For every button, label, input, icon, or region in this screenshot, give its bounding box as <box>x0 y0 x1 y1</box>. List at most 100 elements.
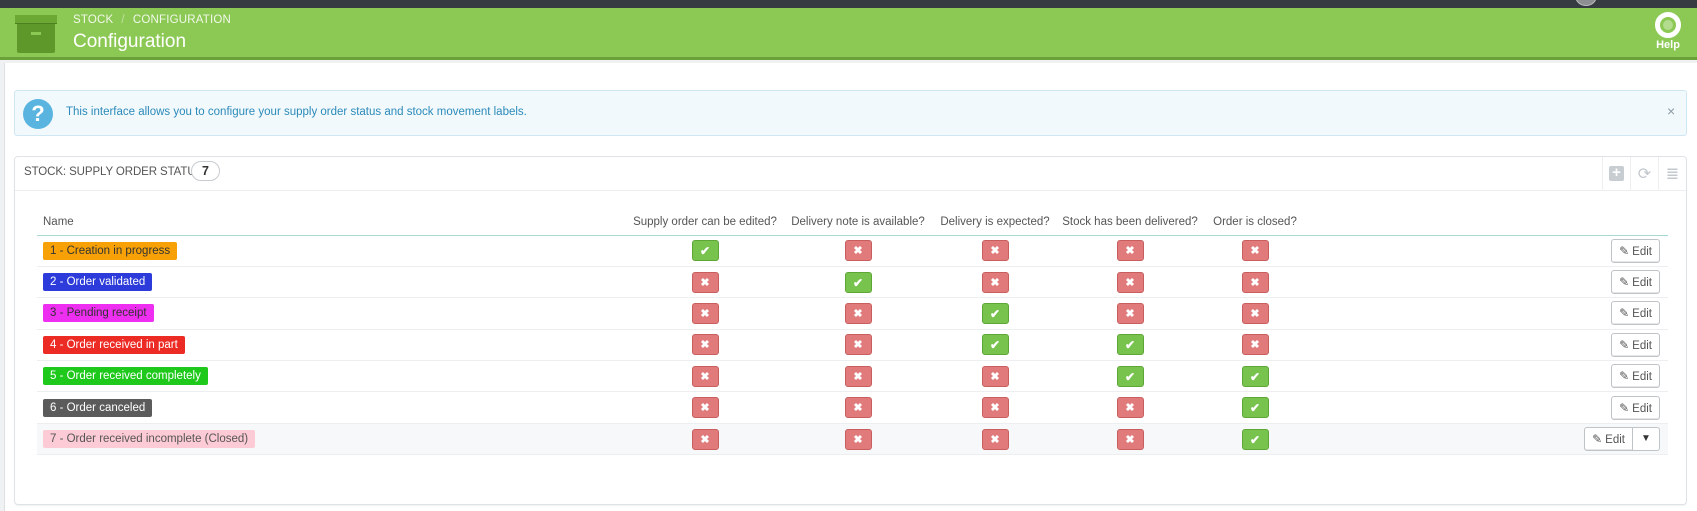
status-name-cell: 5 - Order received completely <box>37 360 627 393</box>
edit-button[interactable]: ✎ Edit <box>1611 332 1660 357</box>
column-header-delivery-note[interactable]: Delivery note is available? <box>783 209 933 236</box>
table-row[interactable]: 4 - Order received in part ✖ ✖ ✔ ✔ ✖ ✎ Edit <box>37 329 1668 362</box>
cross-icon[interactable]: ✖ <box>1116 271 1144 293</box>
flag-cell-delivery-expected: ✖ <box>933 423 1057 456</box>
check-icon[interactable]: ✔ <box>981 302 1009 324</box>
cross-icon[interactable]: ✖ <box>981 428 1009 450</box>
column-header-order-closed[interactable]: Order is closed? <box>1203 209 1307 236</box>
cross-icon[interactable]: ✖ <box>844 240 872 262</box>
flag-cell-delivery-expected: ✖ <box>933 360 1057 393</box>
check-icon[interactable]: ✔ <box>1241 428 1269 450</box>
edit-label: Edit <box>1605 434 1625 447</box>
column-header-delivery-expected[interactable]: Delivery is expected? <box>933 209 1057 236</box>
check-icon[interactable]: ✔ <box>1116 365 1144 387</box>
supply-order-status-panel: STOCK: SUPPLY ORDER STATUS 7 + ⟳ ≣ Name … <box>14 156 1687 505</box>
supply-order-status-table: Name Supply order can be edited? Deliver… <box>37 209 1668 456</box>
table-row[interactable]: 3 - Pending receipt ✖ ✖ ✔ ✖ ✖ ✎ Edit <box>37 297 1668 330</box>
cross-icon[interactable]: ✖ <box>691 271 719 293</box>
check-icon[interactable]: ✔ <box>1241 397 1269 419</box>
panel-toolbar: + ⟳ ≣ <box>1602 157 1686 190</box>
status-name-cell: 3 - Pending receipt <box>37 297 627 330</box>
edit-label: Edit <box>1632 402 1652 415</box>
check-icon[interactable]: ✔ <box>1116 334 1144 356</box>
status-name-cell: 4 - Order received in part <box>37 329 627 362</box>
page-title: Configuration <box>73 31 187 52</box>
edit-button[interactable]: ✎ Edit <box>1611 301 1660 326</box>
cross-icon[interactable]: ✖ <box>1241 240 1269 262</box>
caret-down-icon[interactable]: ▼ <box>1633 427 1660 452</box>
flag-cell-delivery-note: ✖ <box>783 297 933 330</box>
help-button[interactable]: Help <box>1650 12 1686 51</box>
pencil-icon: ✎ <box>1619 306 1630 321</box>
export-sql-button[interactable]: ≣ <box>1658 157 1686 190</box>
cross-icon[interactable]: ✖ <box>1241 302 1269 324</box>
cross-icon[interactable]: ✖ <box>844 302 872 324</box>
breadcrumb-separator: / <box>121 14 125 26</box>
cross-icon[interactable]: ✖ <box>981 271 1009 293</box>
cross-icon[interactable]: ✖ <box>844 365 872 387</box>
cross-icon[interactable]: ✖ <box>844 428 872 450</box>
cross-icon[interactable]: ✖ <box>981 365 1009 387</box>
status-label: 1 - Creation in progress <box>43 241 178 260</box>
actions-cell: ✎ Edit <box>1307 360 1668 393</box>
edit-button[interactable]: ✎ Edit <box>1611 395 1660 420</box>
check-icon[interactable]: ✔ <box>981 334 1009 356</box>
pencil-icon: ✎ <box>1619 337 1630 352</box>
table-row[interactable]: 6 - Order canceled ✖ ✖ ✖ ✖ ✔ ✎ Edit <box>37 391 1668 424</box>
table-row[interactable]: 2 - Order validated ✖ ✔ ✖ ✖ ✖ ✎ Edit <box>37 266 1668 299</box>
cross-icon[interactable]: ✖ <box>691 334 719 356</box>
page-header: STOCK / CONFIGURATION Configuration Help <box>0 8 1697 60</box>
breadcrumb-configuration[interactable]: CONFIGURATION <box>133 14 231 26</box>
close-alert-button[interactable]: × <box>1667 103 1675 119</box>
status-label: 6 - Order canceled <box>43 398 153 417</box>
check-icon[interactable]: ✔ <box>1241 365 1269 387</box>
box-handle <box>31 32 41 35</box>
actions-cell: ✎ Edit <box>1307 297 1668 330</box>
cross-icon[interactable]: ✖ <box>1241 334 1269 356</box>
cross-icon[interactable]: ✖ <box>981 240 1009 262</box>
stock-box-icon <box>15 15 57 53</box>
column-header-name[interactable]: Name <box>37 209 627 236</box>
flag-cell-order-closed: ✖ <box>1203 297 1307 330</box>
cross-icon[interactable]: ✖ <box>691 428 719 450</box>
user-avatar[interactable] <box>1575 0 1597 6</box>
cross-icon[interactable]: ✖ <box>1116 240 1144 262</box>
flag-cell-delivery-note: ✖ <box>783 329 933 362</box>
cross-icon[interactable]: ✖ <box>981 397 1009 419</box>
check-icon[interactable]: ✔ <box>844 271 872 293</box>
status-count-badge: 7 <box>191 161 220 181</box>
flag-cell-stock-delivered: ✖ <box>1057 235 1203 267</box>
edit-label: Edit <box>1632 371 1652 384</box>
column-header-stock-delivered[interactable]: Stock has been delivered? <box>1057 209 1203 236</box>
flag-cell-editable: ✖ <box>627 297 783 330</box>
cross-icon[interactable]: ✖ <box>1116 397 1144 419</box>
table-row[interactable]: 7 - Order received incomplete (Closed) ✖ ✖… <box>37 423 1668 456</box>
actions-cell: ✎ Edit <box>1307 235 1668 267</box>
cross-icon[interactable]: ✖ <box>1116 302 1144 324</box>
check-icon[interactable]: ✔ <box>691 240 719 262</box>
flag-cell-delivery-expected: ✖ <box>933 266 1057 299</box>
pencil-icon: ✎ <box>1619 243 1630 258</box>
table-row[interactable]: 5 - Order received completely ✖ ✖ ✖ ✔ ✔ ✎ Edit <box>37 360 1668 393</box>
column-header-editable[interactable]: Supply order can be edited? <box>627 209 783 236</box>
edit-button[interactable]: ✎ Edit <box>1611 364 1660 389</box>
cross-icon[interactable]: ✖ <box>691 302 719 324</box>
breadcrumb-stock[interactable]: STOCK <box>73 14 113 26</box>
table-row[interactable]: 1 - Creation in progress ✔ ✖ ✖ ✖ ✖ ✎ Edit <box>37 235 1668 267</box>
cross-icon[interactable]: ✖ <box>844 334 872 356</box>
cross-icon[interactable]: ✖ <box>1116 428 1144 450</box>
cross-icon[interactable]: ✖ <box>844 397 872 419</box>
cross-icon[interactable]: ✖ <box>1241 271 1269 293</box>
add-new-button[interactable]: + <box>1602 157 1630 190</box>
edit-button[interactable]: ✎ Edit <box>1611 238 1660 263</box>
edit-button[interactable]: ✎ Edit <box>1584 427 1633 452</box>
cross-icon[interactable]: ✖ <box>691 397 719 419</box>
cross-icon[interactable]: ✖ <box>691 365 719 387</box>
question-mark-icon: ? <box>23 99 53 129</box>
refresh-list-button[interactable]: ⟳ <box>1630 157 1658 190</box>
flag-cell-delivery-note: ✖ <box>783 391 933 424</box>
breadcrumb: STOCK / CONFIGURATION <box>73 14 231 26</box>
flag-cell-stock-delivered: ✔ <box>1057 360 1203 393</box>
edit-button[interactable]: ✎ Edit <box>1611 270 1660 295</box>
status-label: 5 - Order received completely <box>43 367 208 386</box>
